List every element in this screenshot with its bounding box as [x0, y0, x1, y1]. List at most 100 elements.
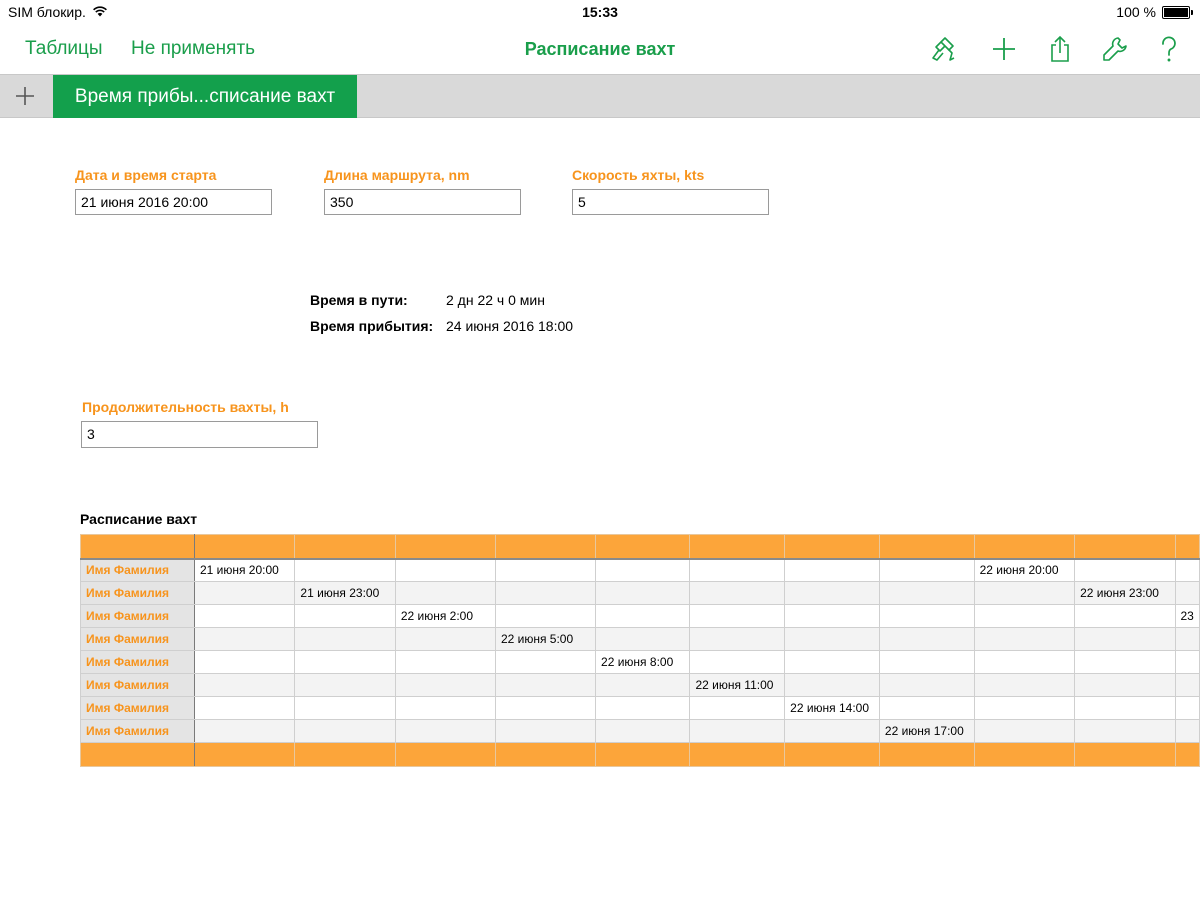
watch-time-cell[interactable]	[193, 627, 296, 651]
watch-time-cell[interactable]	[494, 719, 597, 743]
watch-time-cell[interactable]	[689, 696, 786, 720]
header-cell[interactable]	[1174, 534, 1200, 559]
crew-name-cell[interactable]: Имя Фамилия	[80, 604, 195, 628]
watch-time-cell[interactable]	[689, 581, 786, 605]
undo-button[interactable]: Не применять	[131, 38, 255, 60]
header-cell[interactable]	[193, 534, 296, 559]
footer-cell[interactable]	[973, 742, 1076, 767]
watch-time-cell[interactable]	[294, 558, 396, 582]
watch-time-cell[interactable]	[1074, 604, 1176, 628]
watch-time-cell[interactable]	[394, 650, 496, 674]
watch-time-cell[interactable]	[294, 719, 396, 743]
header-cell[interactable]	[784, 534, 880, 559]
watch-time-cell[interactable]	[294, 673, 396, 697]
watch-time-cell[interactable]	[494, 581, 597, 605]
watch-time-cell[interactable]: 22 июня 23:00	[1074, 581, 1176, 605]
watch-time-cell[interactable]	[394, 696, 496, 720]
watch-time-cell[interactable]: 21 июня 23:00	[294, 581, 396, 605]
yacht-speed-input[interactable]: 5	[572, 189, 769, 215]
watch-time-cell[interactable]	[1074, 650, 1176, 674]
watch-time-cell[interactable]: 22 июня 17:00	[878, 719, 975, 743]
watch-time-cell[interactable]	[394, 581, 496, 605]
watch-time-cell[interactable]	[784, 604, 880, 628]
watch-time-cell[interactable]: 22 июня 5:00	[494, 627, 597, 651]
watch-time-cell[interactable]	[394, 627, 496, 651]
watch-time-cell[interactable]	[878, 696, 975, 720]
watch-time-cell[interactable]	[973, 673, 1076, 697]
watch-duration-input[interactable]: 3	[81, 421, 318, 448]
share-icon[interactable]	[1045, 34, 1075, 64]
watch-time-cell[interactable]	[595, 696, 691, 720]
watch-time-cell[interactable]	[973, 581, 1076, 605]
watch-time-cell[interactable]: 22 июня 14:00	[784, 696, 880, 720]
watch-time-cell[interactable]	[193, 650, 296, 674]
watch-time-cell[interactable]	[973, 719, 1076, 743]
watch-time-cell[interactable]	[494, 604, 597, 628]
watch-time-cell[interactable]	[1074, 627, 1176, 651]
footer-cell[interactable]	[1074, 742, 1176, 767]
watch-time-cell[interactable]: 22 июня 8:00	[595, 650, 691, 674]
watch-time-cell[interactable]: 23	[1174, 604, 1200, 628]
help-icon[interactable]	[1154, 34, 1184, 64]
watch-time-cell[interactable]	[294, 650, 396, 674]
watch-time-cell[interactable]	[1174, 650, 1200, 674]
header-cell[interactable]	[80, 534, 195, 559]
start-datetime-input[interactable]: 21 июня 2016 20:00	[75, 189, 272, 215]
watch-time-cell[interactable]	[784, 558, 880, 582]
watch-time-cell[interactable]	[878, 650, 975, 674]
footer-cell[interactable]	[784, 742, 880, 767]
back-to-spreadsheets-button[interactable]: Таблицы	[25, 38, 103, 60]
route-length-input[interactable]: 350	[324, 189, 521, 215]
watch-time-cell[interactable]	[689, 650, 786, 674]
header-cell[interactable]	[1074, 534, 1176, 559]
watch-time-cell[interactable]	[784, 719, 880, 743]
watch-time-cell[interactable]	[595, 604, 691, 628]
header-cell[interactable]	[973, 534, 1076, 559]
watch-time-cell[interactable]	[784, 650, 880, 674]
footer-cell[interactable]	[193, 742, 296, 767]
watch-time-cell[interactable]	[1074, 696, 1176, 720]
watch-time-cell[interactable]	[1174, 719, 1200, 743]
paintbrush-icon[interactable]	[929, 34, 959, 64]
watch-time-cell[interactable]	[1174, 673, 1200, 697]
watch-time-cell[interactable]	[294, 627, 396, 651]
plus-icon[interactable]	[989, 34, 1019, 64]
watch-time-cell[interactable]	[1174, 696, 1200, 720]
watch-time-cell[interactable]	[689, 604, 786, 628]
watch-time-cell[interactable]	[878, 673, 975, 697]
footer-cell[interactable]	[878, 742, 975, 767]
watch-time-cell[interactable]	[689, 719, 786, 743]
watch-time-cell[interactable]	[973, 696, 1076, 720]
watch-time-cell[interactable]	[973, 627, 1076, 651]
crew-name-cell[interactable]: Имя Фамилия	[80, 673, 195, 697]
watch-time-cell[interactable]: 22 июня 20:00	[973, 558, 1076, 582]
footer-cell[interactable]	[294, 742, 396, 767]
crew-name-cell[interactable]: Имя Фамилия	[80, 627, 195, 651]
crew-name-cell[interactable]: Имя Фамилия	[80, 558, 195, 582]
footer-cell[interactable]	[1174, 742, 1200, 767]
watch-time-cell[interactable]	[1174, 581, 1200, 605]
watch-time-cell[interactable]	[878, 581, 975, 605]
watch-time-cell[interactable]	[784, 673, 880, 697]
watch-time-cell[interactable]	[394, 558, 496, 582]
footer-cell[interactable]	[80, 742, 195, 767]
watch-time-cell[interactable]	[973, 650, 1076, 674]
wrench-icon[interactable]	[1100, 34, 1130, 64]
crew-name-cell[interactable]: Имя Фамилия	[80, 719, 195, 743]
watch-time-cell[interactable]: 21 июня 20:00	[193, 558, 296, 582]
header-cell[interactable]	[595, 534, 691, 559]
watch-time-cell[interactable]	[193, 604, 296, 628]
watch-time-cell[interactable]	[878, 558, 975, 582]
header-cell[interactable]	[394, 534, 496, 559]
watch-time-cell[interactable]	[784, 581, 880, 605]
sheet-tab-active[interactable]: Время прибы...списание вахт	[53, 75, 357, 118]
crew-name-cell[interactable]: Имя Фамилия	[80, 581, 195, 605]
watch-time-cell[interactable]	[1074, 719, 1176, 743]
watch-time-cell[interactable]	[494, 650, 597, 674]
footer-cell[interactable]	[595, 742, 691, 767]
footer-cell[interactable]	[394, 742, 496, 767]
watch-time-cell[interactable]	[193, 696, 296, 720]
watch-time-cell[interactable]	[294, 696, 396, 720]
add-sheet-icon[interactable]	[10, 81, 40, 111]
watch-time-cell[interactable]	[494, 673, 597, 697]
